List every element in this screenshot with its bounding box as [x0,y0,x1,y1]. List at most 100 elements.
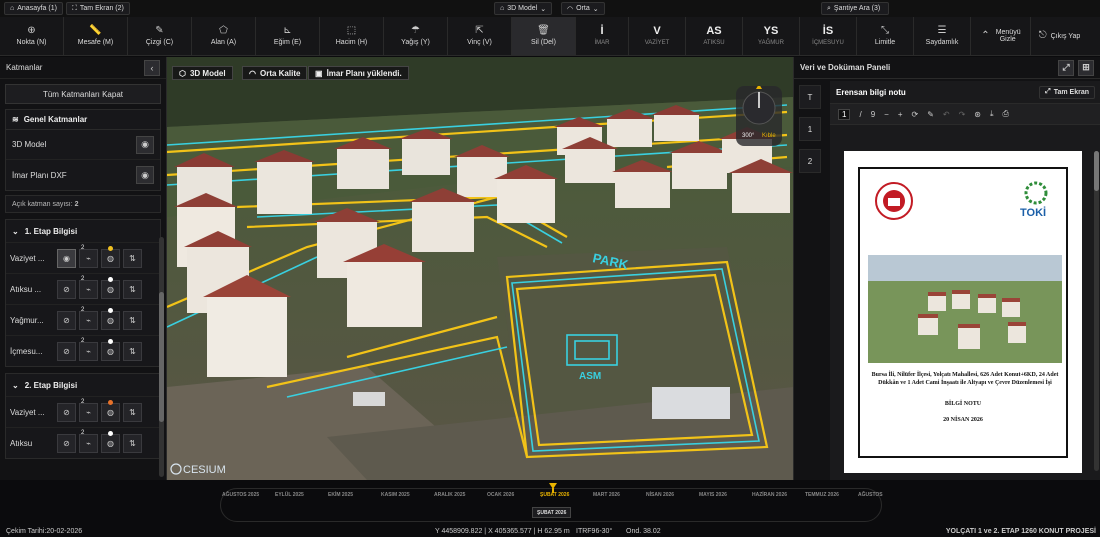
palette-icon[interactable]: ◍ [101,399,120,422]
etap2-header[interactable]: ⌄ 2. Etap Bilgisi [6,374,160,396]
expand-panel-button[interactable]: ⤢ [1058,59,1074,76]
layer-row: Vaziyet ... ◉ 2 ⌁ ◍ ⇅ [6,242,160,273]
palette-icon[interactable]: ◍ [101,307,120,330]
atiksu-layer-button[interactable]: AS ATIKSU [686,17,743,55]
document-scrollbar-thumb[interactable] [1094,151,1099,191]
rotate-icon[interactable]: ⟳ [911,110,918,119]
view-mode-select[interactable]: ⌂ 3D Model ⌄ [494,2,553,15]
scrollbar-thumb[interactable] [159,292,164,422]
palette-icon[interactable]: ◍ [101,245,120,268]
tab-quality[interactable]: ◠ Orta Kalite [242,66,308,80]
page-number-input[interactable]: 1 [838,108,851,120]
general-layers-section: ≋ Genel Katmanlar 3D Model ◉ İmar Planı D… [5,109,161,191]
palette-icon[interactable]: ◍ [101,430,120,453]
area-tool[interactable]: ⬠ Alan (A) [192,17,256,55]
timeline-month[interactable]: ARALIK 2025 [434,492,465,498]
home-button[interactable]: ⌂ Anasayfa (1) [4,2,63,15]
vaziyet-layer-button[interactable]: V VAZİYET [629,17,686,55]
attach-icon[interactable]: 2 ⌁ [79,430,98,453]
distance-tool[interactable]: 📏 Mesafe (M) [64,17,128,55]
slope-tool[interactable]: ⊾ Eğim (E) [256,17,320,55]
transparency-button[interactable]: ☰ Saydamlık [914,17,971,55]
line-tool[interactable]: ✎ Çizgi (C) [128,17,192,55]
chevron-down-icon: ⌄ [540,5,547,13]
popout-panel-button[interactable]: ⊞ [1078,59,1094,76]
undo-icon[interactable]: ↶ [943,110,950,119]
zoom-in-icon[interactable]: + [898,110,903,119]
timeline-month[interactable]: KASIM 2025 [381,492,410,498]
timeline-month[interactable]: NİSAN 2026 [646,492,674,498]
attach-icon[interactable]: 2 ⌁ [79,276,98,299]
eye-off-icon[interactable]: ⊘ [57,279,76,299]
crane-tool[interactable]: ⇱ Vinç (V) [448,17,512,55]
close-all-layers-button[interactable]: Tüm Katmanları Kapat [5,84,161,104]
limit-button[interactable]: ⤡ Limitle [857,17,914,55]
sort-icon[interactable]: ⇅ [123,402,142,422]
eye-off-icon[interactable]: ⊘ [57,402,76,422]
timeline-month[interactable]: AĞUSTOS [858,492,883,498]
eye-off-icon[interactable]: ⊘ [57,310,76,330]
download-icon[interactable]: ⤓ [990,109,994,119]
timeline-month[interactable]: MAYIS 2026 [699,492,727,498]
chevron-up-icon: ⌃ [981,30,990,41]
print-icon[interactable]: ⎙ [1003,109,1009,119]
logout-button[interactable]: ⎋ Çıkış Yap [1031,17,1088,55]
sort-icon[interactable]: ⇅ [123,248,142,268]
eye-icon[interactable]: ◉ [57,248,76,268]
site-search-button[interactable]: ⌕ Şantiye Ara (3) [821,2,889,15]
sort-icon[interactable]: ⇅ [123,341,142,361]
attach-icon[interactable]: 2 ⌁ [79,338,98,361]
palette-icon[interactable]: ◍ [101,338,120,361]
attach-icon[interactable]: 2 ⌁ [79,245,98,268]
general-layers-header[interactable]: ≋ Genel Katmanlar [6,110,160,130]
side-tab-1[interactable]: 1 [799,117,821,141]
point-tool[interactable]: ⊕ Nokta (N) [0,17,64,55]
etap1-header[interactable]: ⌄ 1. Etap Bilgisi [6,220,160,242]
cube-icon: ⬚ [346,25,357,36]
eye-off-icon[interactable]: ⊘ [57,433,76,453]
timeline-month[interactable]: TEMMUZ 2026 [805,492,839,498]
layer-name: Vaziyet ... [10,253,45,263]
timeline-month[interactable]: MART 2026 [593,492,620,498]
sort-icon[interactable]: ⇅ [123,433,142,453]
layers-scrollbar[interactable] [159,237,164,477]
tab-plan-status[interactable]: ▣ İmar Planı yüklendi. [308,66,409,80]
sort-icon[interactable]: ⇅ [123,310,142,330]
timeline-month[interactable]: EKİM 2025 [328,492,353,498]
volume-tool[interactable]: ⬚ Hacim (H) [320,17,384,55]
delete-tool[interactable]: 🗑 Sil (Del) [512,17,576,55]
timeline-month[interactable]: AĞUSTOS 2025 [222,492,259,498]
timeline-marker-icon[interactable] [548,483,558,493]
eye-icon[interactable]: ◉ [136,166,154,184]
document-fullscreen-button[interactable]: ⤢ Tam Ekran [1039,85,1095,99]
side-tab-t[interactable]: T [799,85,821,109]
eye-off-icon[interactable]: ⊘ [57,341,76,361]
compass-widget[interactable]: 300° Kıble [736,84,782,146]
palette-icon[interactable]: ◍ [101,276,120,299]
tab-3d-model[interactable]: ⬡ 3D Model [172,66,233,80]
collapse-panel-button[interactable]: ‹ [144,59,160,76]
quality-select[interactable]: ◠ Orta ⌄ [561,2,605,15]
annotate-icon[interactable]: ✎ [927,110,934,119]
rainfall-tool[interactable]: ☂ Yağış (Y) [384,17,448,55]
redo-icon[interactable]: ↷ [959,110,966,119]
yagmur-layer-button[interactable]: YS YAĞMUR [743,17,800,55]
zoom-out-icon[interactable]: − [884,110,889,119]
attach-icon[interactable]: 2 ⌁ [79,399,98,422]
sort-icon[interactable]: ⇅ [123,279,142,299]
eye-icon[interactable]: ◉ [136,135,154,154]
attach-icon[interactable]: 2 ⌁ [79,307,98,330]
stamp-icon[interactable]: ⊛ [974,110,981,119]
layers-panel: Katmanlar ‹ Tüm Katmanları Kapat ≋ Genel … [0,57,167,480]
timeline-month[interactable]: HAZİRAN 2026 [752,492,787,498]
timeline-month[interactable]: OCAK 2026 [487,492,514,498]
document-scrollbar[interactable] [1094,151,1099,471]
timeline-month[interactable]: EYLÜL 2025 [275,492,304,498]
map-viewport[interactable]: PARK ASM CESIUM [167,57,793,480]
hide-menu-button[interactable]: ⌃ Menüyü Gizle [971,17,1031,55]
fullscreen-button[interactable]: ⛶ Tam Ekran (2) [66,2,130,15]
imar-layer-button[interactable]: İ İMAR [576,17,629,55]
side-tab-2[interactable]: 2 [799,149,821,173]
crane-icon: ⇱ [475,25,484,36]
icmesuyu-layer-button[interactable]: İS İÇMESUYU [800,17,857,55]
